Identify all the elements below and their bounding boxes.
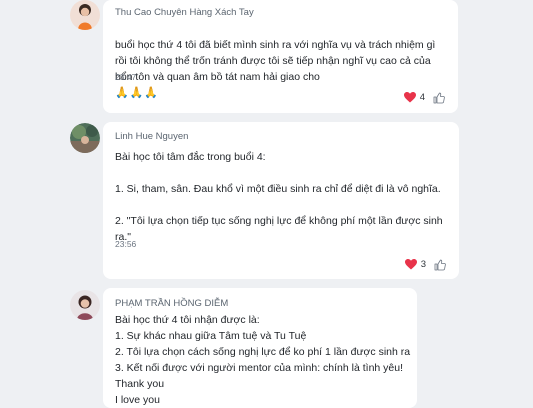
like-button[interactable] bbox=[432, 257, 447, 272]
author-name[interactable]: PHẠM TRẦN HỒNG DIỄM bbox=[115, 298, 228, 309]
avatar-image bbox=[70, 290, 100, 320]
timestamp: 23:47 bbox=[115, 72, 137, 82]
reaction-count: 4 bbox=[419, 92, 425, 103]
message-bubble: Linh Hue Nguyen Bài học tôi tâm đắc tron… bbox=[103, 122, 459, 279]
timestamp: 23:56 bbox=[115, 239, 137, 249]
message-body: Bài học thứ 4 tôi nhận được là: 1. Sự kh… bbox=[115, 314, 411, 406]
message-body: Bài học tôi tâm đắc trong buổi 4: 1. Si,… bbox=[115, 151, 443, 243]
avatar[interactable] bbox=[70, 290, 100, 320]
reactions: 4 bbox=[403, 90, 446, 105]
like-button[interactable] bbox=[431, 90, 446, 105]
message-text: buổi học thứ 4 tôi đã biết mình sinh ra … bbox=[115, 21, 435, 101]
heart-icon bbox=[403, 92, 416, 103]
message-body: buổi học thứ 4 tôi đã biết mình sinh ra … bbox=[115, 39, 436, 83]
thumbs-up-icon bbox=[433, 92, 445, 103]
reaction-summary[interactable]: 3 bbox=[404, 259, 426, 270]
heart-icon bbox=[404, 259, 417, 270]
reaction-count: 3 bbox=[420, 259, 426, 270]
author-name[interactable]: Linh Hue Nguyen bbox=[115, 131, 188, 142]
reactions: 3 bbox=[404, 257, 447, 272]
avatar-image bbox=[70, 0, 100, 30]
author-name[interactable]: Thu Cao Chuyên Hàng Xách Tay bbox=[115, 7, 254, 18]
avatar[interactable] bbox=[70, 0, 100, 30]
avatar[interactable] bbox=[70, 123, 100, 153]
pray-emoji: 🙏🙏🙏 bbox=[115, 87, 160, 99]
message-bubble: Thu Cao Chuyên Hàng Xách Tay buổi học th… bbox=[103, 0, 458, 113]
message-bubble: PHẠM TRẦN HỒNG DIỄM Bài học thứ 4 tôi nh… bbox=[103, 288, 417, 408]
avatar-image bbox=[70, 123, 100, 153]
reaction-summary[interactable]: 4 bbox=[403, 92, 425, 103]
thumbs-up-icon bbox=[434, 259, 446, 270]
